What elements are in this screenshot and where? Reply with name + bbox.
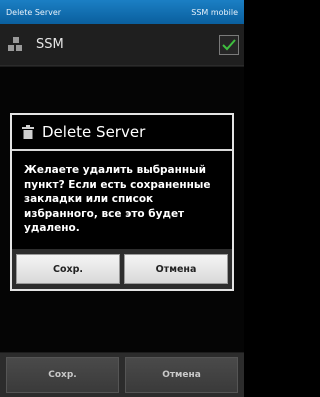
app-logo-icon [8,36,22,51]
status-bar-title: Delete Server [6,7,62,17]
app-title: SSM [36,37,64,52]
dialog-header: Delete Server [12,115,232,151]
dialog-footer: Сохр. Отмена [12,249,232,289]
status-bar: Delete Server SSM mobile [0,0,244,24]
status-bar-app-name: SSM mobile [191,7,238,17]
action-bar: SSM [0,24,244,66]
bottom-cancel-button[interactable]: Отмена [125,357,238,393]
dialog-title: Delete Server [42,123,146,141]
bottom-bar: Сохр. Отмена [0,353,244,397]
confirm-checkbox[interactable] [219,35,239,55]
checkmark-icon [222,39,236,51]
delete-server-dialog: Delete Server Желаете удалить выбранный … [10,113,234,291]
dialog-cancel-button[interactable]: Отмена [124,254,228,284]
dialog-save-button[interactable]: Сохр. [16,254,120,284]
bottom-save-button[interactable]: Сохр. [6,357,119,393]
dialog-message: Желаете удалить выбранный пункт? Если ес… [24,164,211,234]
screen: Delete Server SSM mobile SSM Сохр. Отмен… [0,0,244,397]
trash-icon [22,125,34,139]
